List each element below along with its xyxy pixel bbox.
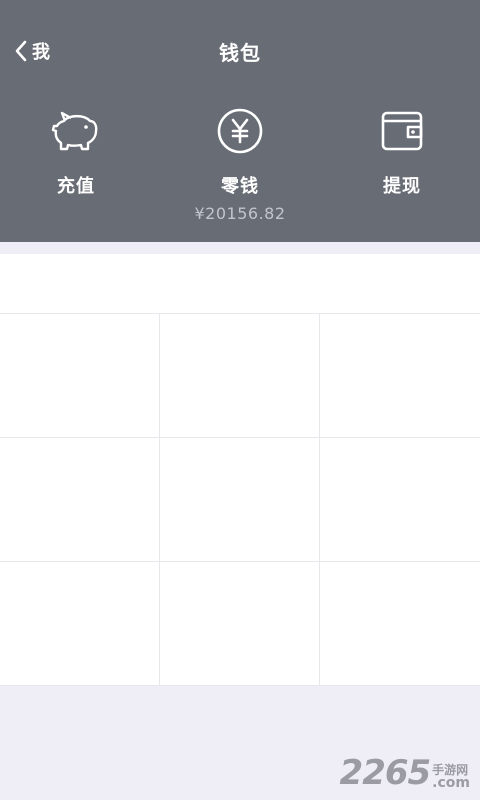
grid-cell[interactable] bbox=[0, 438, 160, 562]
wallet-header: 我 钱包 充值 零钱 ¥20156.82 提现 bbox=[0, 0, 480, 242]
recharge-button[interactable]: 充值 bbox=[16, 106, 136, 198]
piggy-bank-icon bbox=[16, 106, 136, 156]
withdraw-button[interactable]: 提现 bbox=[342, 106, 462, 198]
watermark-number: 2265 bbox=[339, 753, 432, 793]
page-title: 钱包 bbox=[219, 41, 261, 65]
grid-cell[interactable] bbox=[0, 314, 160, 438]
wallet-icon bbox=[342, 106, 462, 156]
section-divider bbox=[0, 242, 480, 254]
watermark-suffix: 手游网 .com bbox=[432, 764, 470, 790]
grid-cell[interactable] bbox=[320, 314, 480, 438]
service-grid bbox=[0, 314, 480, 686]
grid-cell[interactable] bbox=[160, 314, 320, 438]
balance-label: 零钱 bbox=[221, 176, 259, 197]
balance-button[interactable]: 零钱 ¥20156.82 bbox=[180, 106, 300, 223]
grid-cell[interactable] bbox=[160, 562, 320, 686]
blank-row bbox=[0, 254, 480, 314]
grid-cell[interactable] bbox=[320, 562, 480, 686]
grid-cell[interactable] bbox=[320, 438, 480, 562]
grid-cell[interactable] bbox=[160, 438, 320, 562]
grid-cell[interactable] bbox=[0, 562, 160, 686]
recharge-label: 充值 bbox=[57, 176, 95, 197]
watermark-com: .com bbox=[432, 775, 470, 791]
yuan-coin-icon bbox=[180, 106, 300, 156]
site-watermark: 2265 手游网 .com bbox=[340, 756, 470, 790]
withdraw-label: 提现 bbox=[383, 176, 421, 197]
balance-amount: ¥20156.82 bbox=[194, 204, 286, 223]
